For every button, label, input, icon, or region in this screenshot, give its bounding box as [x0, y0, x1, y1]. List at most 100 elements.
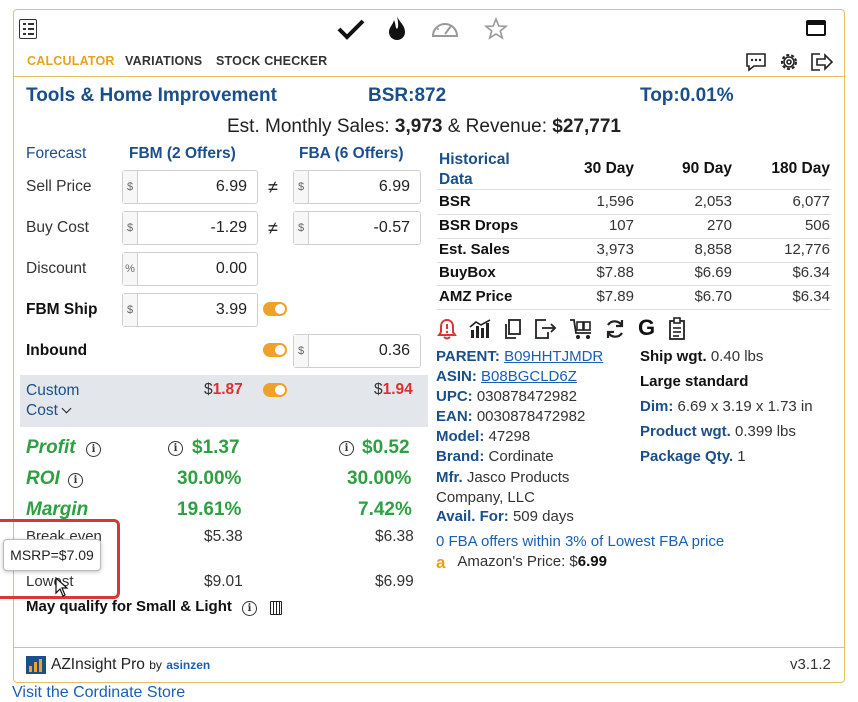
fbm-sell-price-input[interactable]: $ 6.99 — [122, 170, 258, 204]
fba-header[interactable]: FBA (6 Offers) — [299, 145, 404, 163]
footer-separator — [14, 647, 844, 648]
fbm-ship-input[interactable]: $ 3.99 — [122, 293, 258, 327]
custom-cost-toggle[interactable] — [263, 383, 287, 397]
custom-cost-label[interactable]: Custom Cost — [26, 381, 79, 421]
dollar-prefix: $ — [123, 294, 138, 326]
info-icon[interactable]: i — [86, 442, 101, 457]
table-row: AMZ Price $7.89 $6.70 $6.34 — [437, 286, 831, 310]
inbound-toggle[interactable] — [263, 343, 287, 357]
mouse-cursor-icon — [55, 577, 69, 597]
parent-link[interactable]: B09HHTJMDR — [504, 348, 603, 365]
product-weight-row: Product wgt. 0.399 lbs — [640, 423, 796, 440]
brand-row: Brand: Cordinate — [436, 448, 554, 465]
dimensions-value: 6.69 x 3.19 x 1.73 in — [677, 398, 813, 415]
ean-label: EAN: — [436, 408, 473, 425]
google-icon[interactable]: G — [638, 315, 655, 341]
speedometer-icon[interactable] — [430, 16, 460, 42]
fbm-buy-cost-input[interactable]: $ -1.29 — [122, 211, 258, 245]
avail-value: 509 days — [512, 508, 574, 525]
fba-sell-price-input[interactable]: $ 6.99 — [293, 170, 421, 204]
inbound-input[interactable]: $ 0.36 — [293, 334, 421, 368]
refresh-icon[interactable] — [604, 318, 626, 340]
product-weight-label: Product wgt. — [640, 423, 731, 440]
model-row: Model: 47298 — [436, 428, 530, 445]
cart-icon[interactable] — [569, 318, 595, 340]
footer-brand: AZInsight Pro by asinzen — [51, 656, 210, 674]
amazon-price-label: Amazon's Price: $ — [457, 553, 578, 570]
forecast-label[interactable]: Forecast — [26, 145, 86, 163]
fbm-header[interactable]: FBM (2 Offers) — [129, 145, 236, 163]
info-icon[interactable]: i — [242, 601, 257, 616]
sell-price-label: Sell Price — [26, 178, 92, 195]
dollar-prefix: $ — [294, 335, 309, 367]
ship-weight-label: Ship wgt. — [640, 348, 707, 365]
cell-30: $7.89 — [596, 288, 634, 305]
avail-label: Avail. For: — [436, 508, 509, 525]
margin-label: Margin — [26, 499, 89, 520]
gear-icon[interactable] — [778, 51, 800, 73]
brand-company[interactable]: asinzen — [166, 658, 210, 672]
cell-30: 107 — [608, 217, 634, 234]
dollar-prefix: $ — [123, 212, 138, 244]
star-icon[interactable] — [484, 17, 508, 41]
not-equal-icon: ≠ — [268, 218, 278, 238]
fbm-sell-price-value: 6.99 — [215, 178, 247, 195]
sales-value: 3,973 — [394, 116, 443, 137]
asin-link[interactable]: B08BGCLD6Z — [481, 368, 577, 385]
roi-label: ROI — [26, 468, 60, 489]
tab-stock-checker[interactable]: STOCK CHECKER — [216, 54, 327, 68]
col-90-day: 90 Day — [682, 160, 732, 177]
cell-90: $6.69 — [694, 264, 732, 281]
fbm-profit: $1.37 — [192, 437, 240, 458]
chevron-down-icon — [61, 403, 72, 414]
col-180-day: 180 Day — [771, 160, 830, 177]
info-icon[interactable]: i — [168, 441, 183, 456]
fbm-ship-toggle[interactable] — [263, 302, 287, 316]
info-icon[interactable]: i — [339, 441, 354, 456]
asin-row: ASIN: B08BGCLD6Z — [436, 368, 577, 385]
dollar-prefix: $ — [123, 171, 138, 203]
fbm-custom-cost[interactable]: $1.87 — [204, 381, 243, 399]
export-icon[interactable] — [533, 318, 557, 340]
alert-bell-icon[interactable] — [436, 318, 458, 340]
dollar-prefix: $ — [294, 212, 309, 244]
fba-offers-link[interactable]: 0 FBA offers within 3% of Lowest FBA pri… — [436, 533, 724, 550]
model-label: Model: — [436, 428, 485, 445]
inbound-label: Inbound — [26, 342, 88, 359]
inbound-value: 0.36 — [378, 342, 410, 359]
logout-icon[interactable] — [810, 52, 834, 72]
brand-value: Cordinate — [488, 448, 554, 465]
visit-store-link[interactable]: Visit the Cordinate Store — [12, 684, 185, 702]
info-icon[interactable]: i — [68, 473, 83, 488]
list-icon[interactable] — [19, 19, 37, 39]
historical-title: Historical Data — [439, 150, 510, 190]
clipboard-icon[interactable] — [668, 317, 686, 341]
window-icon[interactable] — [806, 20, 826, 36]
chart-icon[interactable] — [468, 319, 492, 339]
flame-icon[interactable] — [387, 15, 407, 41]
discount-input[interactable]: % 0.00 — [122, 252, 258, 286]
checkmark-icon[interactable] — [337, 18, 365, 40]
copy-icon[interactable] — [503, 318, 523, 340]
sales-mid: & Revenue: — [442, 116, 553, 137]
fba-lowest: $6.99 — [375, 573, 414, 590]
monthly-sales-summary: Est. Monthly Sales: 3,973 & Revenue: $27… — [227, 116, 621, 138]
extension-panel — [13, 9, 845, 683]
table-row: BSR 1,596 2,053 6,077 — [437, 191, 831, 215]
amazon-logo-icon: a — [436, 553, 446, 572]
cell-180: $6.34 — [792, 264, 830, 281]
cell-90: $6.70 — [694, 288, 732, 305]
tab-calculator[interactable]: CALCULATOR — [27, 54, 115, 68]
chat-icon[interactable] — [745, 52, 767, 72]
fba-custom-cost[interactable]: $1.94 — [374, 381, 413, 399]
sales-prefix: Est. Monthly Sales: — [227, 116, 395, 137]
package-qty-value: 1 — [737, 448, 746, 465]
custom-label-line1: Custom — [26, 382, 80, 399]
fba-buy-cost-input[interactable]: $ -0.57 — [293, 211, 421, 245]
calculator-icon[interactable] — [270, 601, 282, 615]
brand-name: AZInsight Pro — [51, 656, 145, 673]
avail-row: Avail. For: 509 days — [436, 508, 574, 525]
tab-variations[interactable]: VARIATIONS — [125, 54, 202, 68]
parent-row: PARENT: B09HHTJMDR — [436, 348, 603, 365]
top-percent: Top:0.01% — [640, 85, 734, 106]
